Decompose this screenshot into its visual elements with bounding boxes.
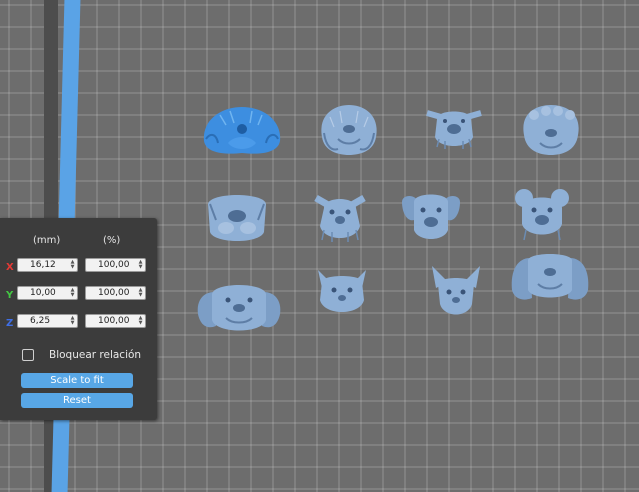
dog-model[interactable] [520,103,582,157]
x-percent-field[interactable]: 100,00 ▲ ▼ [85,258,146,272]
dog-model[interactable] [512,186,572,242]
x-mm-field[interactable]: 16,12 ▲ ▼ [17,258,78,272]
x-axis-label: X [6,262,14,273]
z-percent-spinner-icon[interactable]: ▲ ▼ [138,316,143,326]
y-mm-field[interactable]: 10,00 ▲ ▼ [17,286,78,300]
z-mm-value: 6,25 [30,316,51,326]
dog-model[interactable] [425,103,483,151]
dog-model[interactable] [318,103,380,157]
z-axis-label: Z [6,318,14,329]
cat-model[interactable] [428,264,484,318]
x-percent-spinner-icon[interactable]: ▲ ▼ [138,260,143,270]
lock-ratio-label: Bloquear relación [49,349,142,361]
x-percent-value: 100,00 [98,260,130,270]
scale-panel: (mm) (%) X 16,12 ▲ ▼ 100,00 ▲ ▼ Y 10,00 ▲ ▼… [0,218,157,420]
y-axis-label: Y [6,290,14,301]
x-mm-value: 16,12 [30,260,56,270]
reset-button[interactable]: Reset [21,393,133,408]
y-mm-spinner-icon[interactable]: ▲ ▼ [70,288,75,298]
dog-model[interactable] [400,190,462,244]
y-percent-spinner-icon[interactable]: ▲ ▼ [138,288,143,298]
y-percent-field[interactable]: 100,00 ▲ ▼ [85,286,146,300]
lock-ratio-checkbox[interactable] [22,349,34,361]
scale-to-fit-button[interactable]: Scale to fit [21,373,133,388]
dog-model[interactable] [312,190,368,244]
dog-model[interactable] [196,278,282,336]
x-mm-spinner-icon[interactable]: ▲ ▼ [70,260,75,270]
z-percent-field[interactable]: 100,00 ▲ ▼ [85,314,146,328]
dog-model[interactable] [510,250,590,304]
y-percent-value: 100,00 [98,288,130,298]
z-mm-spinner-icon[interactable]: ▲ ▼ [70,316,75,326]
dog-model-selected[interactable] [200,103,284,157]
z-percent-value: 100,00 [98,316,130,326]
cat-model[interactable] [314,266,370,318]
z-mm-field[interactable]: 6,25 ▲ ▼ [17,314,78,328]
percent-column-header: (%) [103,235,121,246]
y-mm-value: 10,00 [30,288,56,298]
dog-model[interactable] [204,190,270,246]
mm-column-header: (mm) [33,235,61,246]
